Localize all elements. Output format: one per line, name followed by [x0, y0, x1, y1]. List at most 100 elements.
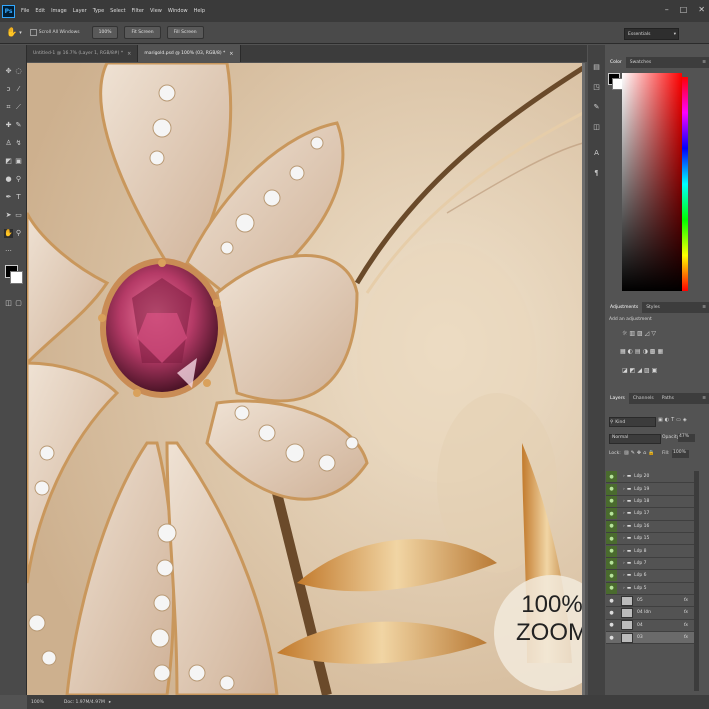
visibility-eye-icon[interactable]: ●	[606, 570, 617, 582]
hand-tool-button-icon[interactable]: ✋	[4, 229, 13, 238]
adjustment-icons-row-3[interactable]: ◪◩◢▨▣	[622, 367, 659, 374]
visibility-eye-icon[interactable]: ●	[606, 495, 617, 507]
tab-untitled[interactable]: Untitled-1 @ 16.7% (Layer 1, RGB/8#) * ×	[27, 45, 139, 62]
tab-marigold[interactable]: marigold.psd @ 100% (03, RGB/8) * ×	[138, 45, 241, 62]
color-field[interactable]	[622, 73, 682, 291]
visibility-eye-icon[interactable]: ●	[606, 533, 617, 545]
zoom-100-button[interactable]: 100%	[91, 26, 119, 39]
fit-screen-button[interactable]: Fit Screen	[124, 26, 161, 39]
chevron-right-icon[interactable]: ›	[623, 499, 625, 504]
workspace-select[interactable]: Essentials ▾	[624, 28, 679, 40]
tab-paths[interactable]: Paths	[658, 393, 678, 404]
chevron-right-icon[interactable]: ›	[623, 586, 625, 591]
layer-effects-icon[interactable]: fx	[684, 610, 688, 615]
layer-filter-icons[interactable]: ▣◐T▭◈	[658, 417, 689, 423]
visibility-eye-icon[interactable]: ●	[606, 520, 617, 532]
fill-input[interactable]: 100%	[672, 450, 689, 458]
layer-group-row[interactable]: ● › ▬ Lớp 15	[606, 533, 694, 546]
properties-panel-icon[interactable]: ◳	[592, 83, 601, 92]
menu-help[interactable]: Help	[194, 8, 205, 14]
background-color-swatch[interactable]	[10, 271, 23, 284]
rectangle-tool-icon[interactable]: ▭	[14, 211, 23, 220]
layer-row[interactable]: ● 05 fx	[606, 595, 694, 608]
menu-file[interactable]: File	[21, 8, 29, 14]
tab-adjustments[interactable]: Adjustments	[606, 302, 643, 313]
paragraph-panel-icon[interactable]: ¶	[592, 169, 601, 178]
more-tools-icon[interactable]: ···	[4, 247, 13, 256]
layer-row[interactable]: ● 04 fx	[606, 620, 694, 633]
menu-image[interactable]: Image	[51, 8, 67, 14]
zoom-tool-icon[interactable]: ⚲	[14, 229, 23, 238]
layer-effects-icon[interactable]: fx	[684, 623, 688, 628]
status-menu-icon[interactable]: ▸	[109, 700, 111, 705]
menu-view[interactable]: View	[150, 8, 162, 14]
visibility-eye-icon[interactable]: ●	[606, 598, 617, 604]
tab-channels[interactable]: Channels	[629, 393, 658, 404]
eraser-tool-icon[interactable]: ◩	[4, 157, 13, 166]
history-brush-tool-icon[interactable]: ↯	[14, 139, 23, 148]
menu-select[interactable]: Select	[110, 8, 125, 14]
visibility-eye-icon[interactable]: ●	[606, 610, 617, 616]
lasso-tool-icon[interactable]: ↄ	[4, 85, 13, 94]
layer-group-row[interactable]: ● › ▬ Lớp 20	[606, 471, 694, 484]
screen-mode-icon[interactable]: ▢	[14, 299, 23, 308]
blur-tool-icon[interactable]: ●	[4, 175, 13, 184]
move-tool-icon[interactable]: ✥	[4, 67, 13, 76]
tab-swatches[interactable]: Swatches	[626, 57, 656, 68]
tab-styles[interactable]: Styles	[642, 302, 664, 313]
visibility-eye-icon[interactable]: ●	[606, 557, 617, 569]
close-icon[interactable]: ×	[127, 51, 131, 57]
layer-group-row[interactable]: ● › ▬ Lớp 16	[606, 520, 694, 533]
healing-brush-tool-icon[interactable]: ✚	[4, 121, 13, 130]
character-panel-icon[interactable]: A	[592, 149, 601, 158]
scroll-all-windows-checkbox[interactable]	[29, 29, 37, 36]
fill-screen-button[interactable]: Fill Screen	[166, 26, 204, 39]
layer-group-row[interactable]: ● › ▬ Lớp 18	[606, 495, 694, 509]
tab-layers[interactable]: Layers	[606, 393, 629, 404]
visibility-eye-icon[interactable]: ●	[606, 635, 617, 641]
chevron-right-icon[interactable]: ›	[623, 561, 625, 566]
chevron-right-icon[interactable]: ›	[623, 573, 625, 578]
clone-stamp-tool-icon[interactable]: ♙	[4, 139, 13, 148]
layer-filter-select[interactable]: ⚲ Kind	[609, 417, 656, 427]
visibility-eye-icon[interactable]: ●	[606, 471, 617, 483]
gradient-tool-icon[interactable]: ▣	[14, 157, 23, 166]
visibility-eye-icon[interactable]: ●	[606, 582, 617, 594]
layer-group-row[interactable]: ● › ▬ Lớp 17	[606, 508, 694, 521]
chevron-right-icon[interactable]: ›	[623, 474, 625, 479]
chevron-right-icon[interactable]: ›	[623, 487, 625, 492]
layer-group-row[interactable]: ● › ▬ Lớp 5	[606, 582, 694, 595]
minimize-button[interactable]: –	[665, 5, 669, 14]
layer-group-row[interactable]: ● › ▬ Lớp 7	[606, 557, 694, 571]
eyedropper-tool-icon[interactable]: ⟋	[14, 103, 23, 112]
maximize-button[interactable]: □	[680, 5, 688, 14]
pen-tool-icon[interactable]: ✒	[4, 193, 13, 202]
tab-color[interactable]: Color	[606, 57, 626, 68]
chevron-right-icon[interactable]: ›	[623, 536, 625, 541]
visibility-eye-icon[interactable]: ●	[606, 508, 617, 520]
clone-source-panel-icon[interactable]: ◫	[592, 123, 601, 132]
marquee-tool-icon[interactable]: ◌	[14, 67, 23, 76]
layer-group-row[interactable]: ● › ▬ Lớp 19	[606, 483, 694, 496]
layers-scrollbar[interactable]	[694, 471, 699, 691]
chevron-right-icon[interactable]: ›	[623, 511, 625, 516]
panel-menu-icon[interactable]: ≡	[702, 396, 706, 401]
close-button[interactable]: ✕	[698, 5, 705, 14]
adjustment-icons-row-2[interactable]: ▦◐▤◑▩▦	[620, 348, 665, 355]
menu-layer[interactable]: Layer	[73, 8, 87, 14]
quick-select-tool-icon[interactable]: ⁄	[14, 85, 23, 94]
opacity-input[interactable]: 47%	[678, 434, 695, 442]
menu-filter[interactable]: Filter	[132, 8, 144, 14]
layer-row[interactable]: ● 03 fx	[606, 632, 694, 645]
layer-effects-icon[interactable]: fx	[684, 598, 688, 603]
visibility-eye-icon[interactable]: ●	[606, 483, 617, 495]
brush-tool-icon[interactable]: ✎	[14, 121, 23, 130]
history-panel-icon[interactable]: ▤	[592, 63, 601, 72]
layer-group-row[interactable]: ● › ▬ Lớp 8	[606, 545, 694, 558]
panel-menu-icon[interactable]: ≡	[702, 305, 706, 310]
menu-type[interactable]: Type	[93, 8, 104, 14]
hand-tool-icon[interactable]: ✋	[6, 28, 17, 38]
menu-edit[interactable]: Edit	[35, 8, 45, 14]
adjustment-icons-row-1[interactable]: ☼▥▨◿▽	[622, 330, 658, 337]
blend-mode-select[interactable]: Normal	[609, 434, 661, 444]
